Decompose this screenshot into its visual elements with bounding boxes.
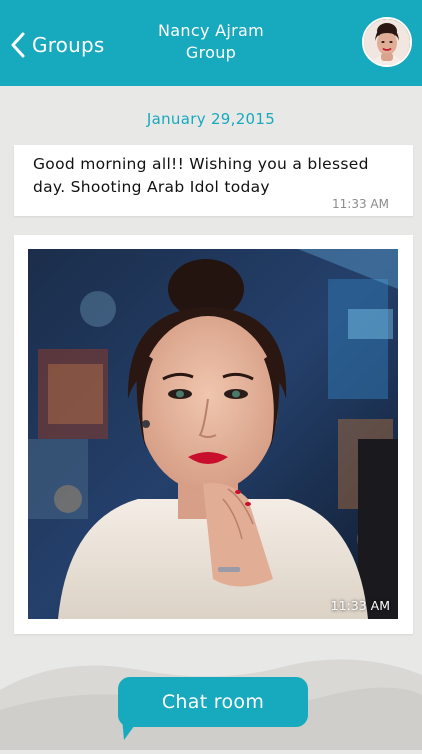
conversation-title: Nancy Ajram Group xyxy=(111,20,311,64)
message-bubble[interactable]: Good morning all!! Wishing you a blessed… xyxy=(14,145,413,216)
chevron-left-icon xyxy=(10,32,26,58)
page-subtitle: Group xyxy=(185,43,237,62)
image-message-bubble[interactable]: 11:33 AM xyxy=(14,235,413,634)
photo-timestamp: 11:33 AM xyxy=(330,598,390,613)
avatar[interactable] xyxy=(362,17,412,67)
back-button[interactable]: Groups xyxy=(10,28,105,62)
top-bar: Groups Nancy Ajram Group xyxy=(0,0,422,86)
message-timestamp: 11:33 AM xyxy=(332,197,389,211)
message-text: Good morning all!! Wishing you a blessed… xyxy=(33,155,369,196)
page-title: Nancy Ajram xyxy=(158,21,264,40)
back-label: Groups xyxy=(32,33,105,57)
message-photo[interactable]: 11:33 AM xyxy=(28,249,398,619)
date-separator: January 29,2015 xyxy=(146,110,276,128)
chat-room-button[interactable]: Chat room xyxy=(118,677,308,727)
